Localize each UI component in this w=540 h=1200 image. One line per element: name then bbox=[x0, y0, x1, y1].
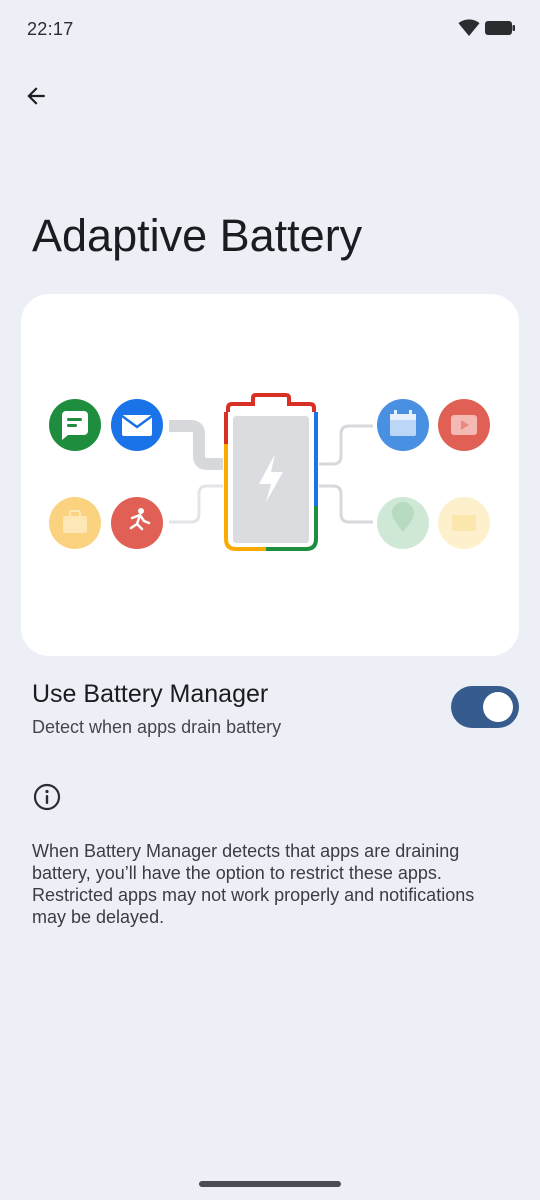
page-title: Adaptive Battery bbox=[32, 210, 363, 261]
calendar-icon bbox=[377, 399, 429, 451]
battery-charging-icon bbox=[224, 393, 318, 551]
work-briefcase-icon bbox=[49, 497, 101, 549]
wifi-icon bbox=[458, 19, 480, 42]
back-button[interactable] bbox=[14, 74, 58, 118]
gesture-navigation-handle[interactable] bbox=[199, 1181, 341, 1187]
video-icon bbox=[438, 399, 490, 451]
back-arrow-icon bbox=[27, 87, 45, 105]
email-icon bbox=[111, 399, 163, 451]
setting-title: Use Battery Manager bbox=[32, 680, 269, 708]
battery-manager-toggle[interactable] bbox=[451, 686, 519, 728]
status-bar: 22:17 bbox=[0, 0, 540, 58]
battery-icon bbox=[484, 19, 516, 42]
maps-icon bbox=[377, 497, 429, 549]
status-time: 22:17 bbox=[27, 19, 74, 39]
fitness-run-icon bbox=[111, 497, 163, 549]
use-battery-manager-setting[interactable]: Use Battery Manager Detect when apps dra… bbox=[0, 670, 540, 750]
toggle-thumb bbox=[483, 692, 513, 722]
adaptive-battery-illustration bbox=[21, 294, 519, 656]
setting-summary: Detect when apps drain battery bbox=[32, 717, 282, 737]
info-icon bbox=[32, 782, 62, 812]
status-icons bbox=[458, 19, 516, 42]
messages-icon bbox=[49, 399, 101, 451]
card-icon bbox=[438, 497, 490, 549]
info-description: When Battery Manager detects that apps a… bbox=[32, 841, 475, 927]
